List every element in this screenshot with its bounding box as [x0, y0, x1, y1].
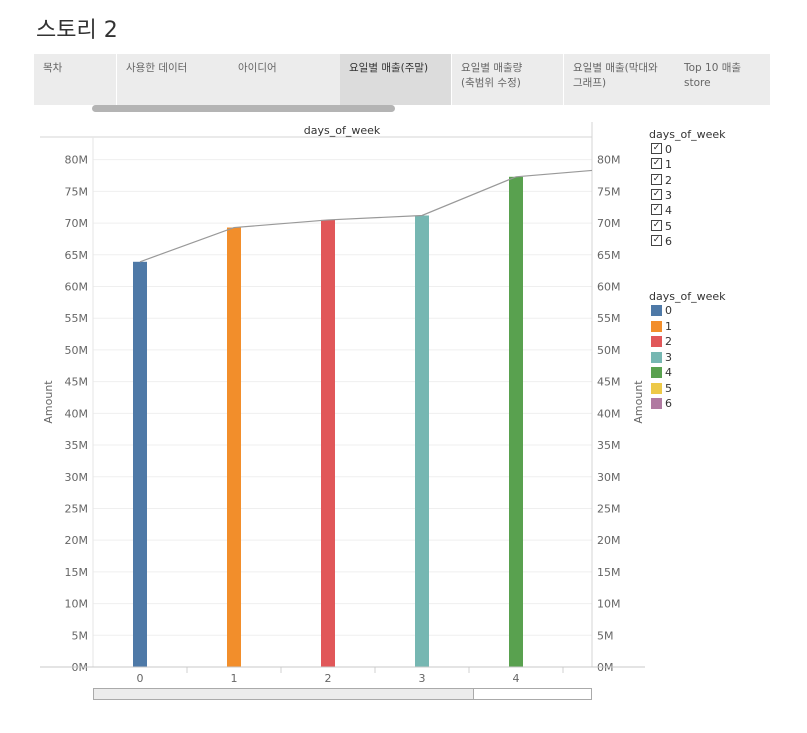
color-legend-label: 4 [665, 366, 672, 379]
y-tick-label-left: 70M [65, 217, 89, 230]
color-swatch [651, 351, 662, 363]
checkbox-icon[interactable]: ✓ [651, 219, 662, 231]
y-tick-label-right: 65M [597, 249, 621, 262]
y-tick-label-left: 25M [65, 502, 89, 515]
filter-item-label: 5 [665, 219, 672, 233]
y-axis-title-left: Amount [42, 380, 55, 424]
y-tick-label-left: 30M [65, 471, 89, 484]
color-legend-title: days_of_week [649, 290, 726, 303]
y-tick-label-right: 25M [597, 502, 621, 515]
color-legend-label: 2 [665, 335, 672, 348]
y-axis-title-right: Amount [632, 380, 645, 424]
y-tick-label-left: 20M [65, 534, 89, 547]
y-tick-label-left: 55M [65, 312, 89, 325]
color-legend-label: 1 [665, 319, 672, 333]
column-header: days_of_week [304, 124, 381, 137]
y-tick-label-left: 15M [65, 566, 89, 579]
y-tick-label-right: 30M [597, 471, 621, 484]
y-tick-label-left: 80M [65, 154, 89, 167]
bars [133, 176, 523, 668]
filter-legend-title: days_of_week [649, 128, 726, 141]
y-tick-label-right: 5M [597, 629, 614, 642]
bar-day-1[interactable] [227, 227, 241, 667]
x-tick-label: 0 [137, 672, 144, 685]
color-swatch [651, 398, 662, 409]
checkbox-icon[interactable]: ✓ [651, 143, 662, 154]
trend-line [139, 169, 593, 263]
x-tick-label: 1 [231, 672, 238, 685]
checkbox-icon[interactable]: ✓ [651, 188, 662, 200]
x-tick-labels: 0 1 2 3 4 [137, 672, 520, 685]
y-tick-label-right: 40M [597, 407, 621, 420]
y-tick-label-right: 10M [597, 598, 621, 611]
color-legend-label: 6 [665, 397, 672, 410]
bar-day-2[interactable] [321, 219, 335, 668]
y-tick-label-left: 60M [65, 281, 89, 294]
color-swatch [651, 305, 662, 316]
bar-day-4[interactable] [509, 176, 523, 667]
y-tick-label-right: 20M [597, 534, 621, 547]
x-tick-label: 4 [513, 672, 520, 685]
y-tick-label-right: 80M [597, 154, 621, 167]
color-legend-label: 3 [665, 350, 672, 364]
y-tick-label-right: 70M [597, 217, 621, 230]
checkbox-icon[interactable]: ✓ [651, 158, 662, 170]
checkbox-icon[interactable]: ✓ [651, 234, 662, 246]
color-swatch [651, 320, 662, 332]
bar-day-3[interactable] [415, 215, 429, 668]
checkbox-icon[interactable]: ✓ [651, 173, 662, 185]
y-tick-label-left: 45M [65, 376, 89, 389]
filter-item-label: 6 [665, 234, 672, 248]
y-tick-label-left: 75M [65, 185, 89, 198]
x-tick-label: 3 [419, 672, 426, 685]
chart-svg: days_of_week Amount Amount 0M 0M5M 5M10M 10… [40, 122, 645, 685]
color-legend-label: 0 [665, 304, 672, 317]
x-tick-label: 2 [325, 672, 332, 685]
checkbox-icon[interactable]: ✓ [651, 204, 662, 216]
y-tick-label-left: 40M [65, 407, 89, 420]
y-tick-label-right: 50M [597, 344, 621, 357]
y-tick-label-right: 45M [597, 376, 621, 389]
y-tick-label-right: 55M [597, 312, 621, 325]
y-tick-label-right: 75M [597, 185, 621, 198]
filter-item-label: 2 [665, 173, 672, 187]
color-swatch [651, 367, 662, 378]
y-tick-label-right: 35M [597, 439, 621, 452]
filter-item-label: 1 [665, 158, 672, 172]
horizontal-scrollbar[interactable] [93, 688, 592, 700]
color-swatch [651, 336, 662, 347]
color-swatch [651, 382, 662, 394]
y-tick-label-right: 15M [597, 566, 621, 579]
y-tick-label-left: 35M [65, 439, 89, 452]
y-tick-label-left: 65M [65, 249, 89, 262]
filter-item-label: 4 [665, 204, 672, 218]
y-tick-label-right: 60M [597, 281, 621, 294]
filter-item-label: 3 [665, 188, 672, 202]
filter-item-label: 0 [665, 143, 672, 156]
y-tick-label-left: 50M [65, 344, 89, 357]
bar-day-0[interactable] [133, 261, 147, 667]
y-tick-label-left: 5M [72, 629, 89, 642]
line-series [139, 169, 593, 263]
color-legend-label: 5 [665, 381, 672, 395]
y-tick-label-left: 10M [65, 598, 89, 611]
scrollbar-thumb[interactable] [94, 689, 474, 699]
